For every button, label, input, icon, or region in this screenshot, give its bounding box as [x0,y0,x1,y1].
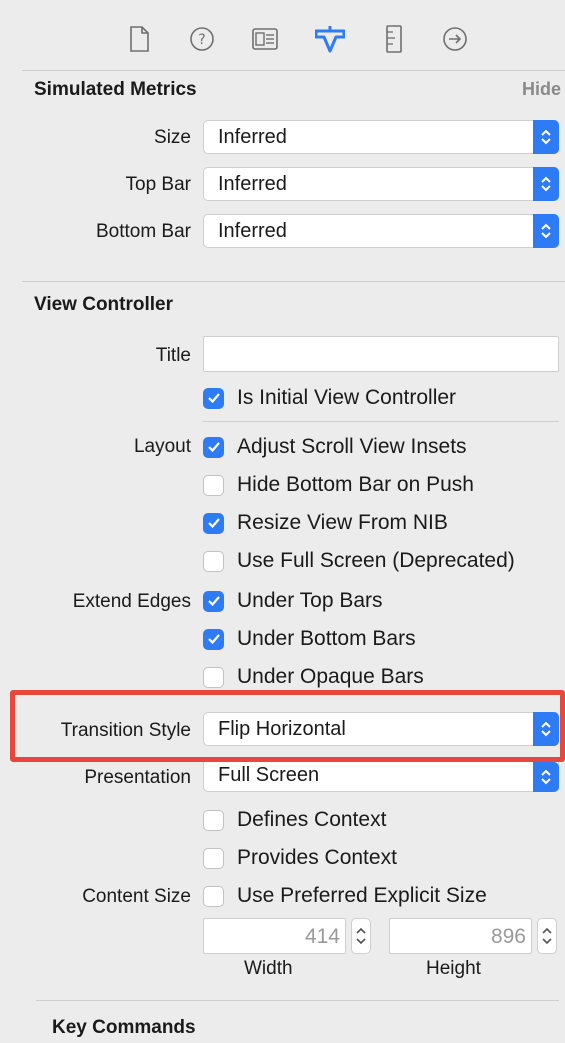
extend-edges-label: Extend Edges [72,591,191,612]
checkbox-unchecked[interactable] [203,885,224,907]
height-caption: Height [426,958,481,979]
width-field[interactable]: 414 [203,918,346,954]
use-preferred-size-label: Use Preferred Explicit Size [237,884,487,907]
layout-label: Layout [133,436,191,457]
help-icon[interactable]: ? [187,22,217,56]
layout-option-use-full-screen[interactable]: Use Full Screen (Deprecated) [203,548,515,574]
section-divider [36,1000,559,1001]
title-field[interactable] [203,336,559,372]
top-bar-label: Top Bar [125,174,191,195]
connections-icon[interactable] [440,22,470,56]
height-stepper[interactable] [537,918,557,954]
bottom-bar-select[interactable]: Inferred [203,214,559,248]
layout-option-hide-bottom-bar[interactable]: Hide Bottom Bar on Push [203,472,474,498]
svg-text:?: ? [198,32,205,48]
is-initial-checkbox-row[interactable]: Is Initial View Controller [203,385,456,411]
toolbar-divider [22,70,565,71]
chevron-updown-icon [533,214,559,248]
size-select[interactable]: Inferred [203,120,559,154]
hide-button[interactable]: Hide [522,79,561,100]
checkbox-checked[interactable] [203,590,224,612]
defines-context-checkbox-row[interactable]: Defines Context [203,807,386,833]
attributes-icon[interactable] [315,22,345,56]
layout-option-label: Resize View From NIB [237,511,448,534]
attributes-inspector-panel: ? Simulated Metrics Hide Size Inferred T… [10,0,565,1043]
checkbox-unchecked[interactable] [203,550,224,572]
extend-edges-option-label: Under Opaque Bars [237,665,424,688]
use-preferred-size-checkbox-row[interactable]: Use Preferred Explicit Size [203,883,487,909]
chevron-updown-icon [533,762,559,792]
size-icon[interactable] [379,22,409,56]
size-label: Size [154,127,191,148]
is-initial-label: Is Initial View Controller [237,386,457,409]
layout-option-label: Use Full Screen (Deprecated) [237,549,515,572]
section-divider [22,281,565,282]
highlight-box [10,690,565,762]
presentation-label: Presentation [84,767,191,788]
width-value: 414 [304,925,340,948]
file-icon[interactable] [124,22,154,56]
section-title-simulated-metrics: Simulated Metrics [34,79,197,100]
checkbox-unchecked[interactable] [203,809,224,831]
checkbox-checked[interactable] [203,387,224,409]
size-value: Inferred [218,126,287,148]
layout-option-adjust-scroll-view-insets[interactable]: Adjust Scroll View Insets [203,434,467,460]
layout-option-label: Adjust Scroll View Insets [237,435,467,458]
section-title-key-commands: Key Commands [52,1017,196,1038]
section-title-view-controller: View Controller [34,294,174,315]
defines-context-label: Defines Context [237,808,387,831]
top-bar-value: Inferred [218,173,287,195]
provides-context-checkbox-row[interactable]: Provides Context [203,845,397,871]
extend-edges-option-label: Under Bottom Bars [237,627,416,650]
width-stepper[interactable] [351,918,371,954]
extend-edges-under-top-bars[interactable]: Under Top Bars [203,588,383,614]
bottom-bar-value: Inferred [218,220,287,242]
checkbox-unchecked[interactable] [203,666,224,688]
provides-context-label: Provides Context [237,846,397,869]
layout-option-resize-view-from-nib[interactable]: Resize View From NIB [203,510,448,536]
inspector-toolbar: ? [22,0,565,70]
identity-icon[interactable] [250,22,280,56]
content-size-label: Content Size [82,886,191,907]
chevron-updown-icon [533,167,559,201]
width-caption: Width [244,958,293,979]
checkbox-checked[interactable] [203,436,224,458]
extend-edges-under-bottom-bars[interactable]: Under Bottom Bars [203,626,416,652]
checkbox-unchecked[interactable] [203,847,224,869]
checkbox-checked[interactable] [203,512,224,534]
bottom-bar-label: Bottom Bar [95,221,191,242]
checkbox-checked[interactable] [203,628,224,650]
extend-edges-under-opaque-bars[interactable]: Under Opaque Bars [203,664,424,690]
checkbox-unchecked[interactable] [203,474,224,496]
presentation-value: Full Screen [218,764,320,786]
chevron-updown-icon [533,120,559,154]
top-bar-select[interactable]: Inferred [203,167,559,201]
presentation-select[interactable]: Full Screen [203,762,559,792]
extend-edges-option-label: Under Top Bars [237,589,383,612]
height-value: 896 [490,925,526,948]
height-field[interactable]: 896 [389,918,532,954]
title-label: Title [155,345,191,366]
subsection-divider [203,421,559,422]
layout-option-label: Hide Bottom Bar on Push [237,473,474,496]
